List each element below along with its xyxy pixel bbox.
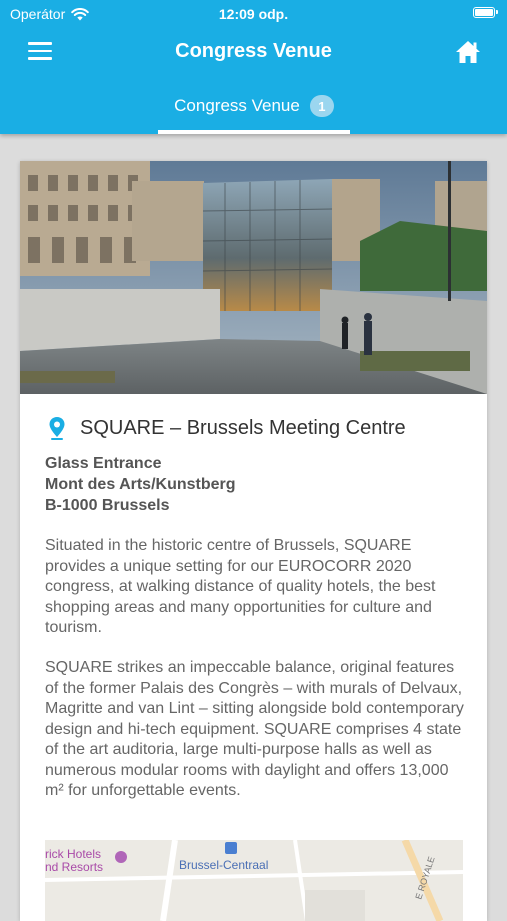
status-time: 12:09 odp. (218, 6, 289, 22)
tab-congress-venue[interactable]: Congress Venue 1 (158, 84, 350, 134)
address-line: B-1000 Brussels (45, 497, 170, 514)
map-label-hotels-2: nd Resorts (45, 860, 103, 874)
address-line: Mont des Arts/Kunstberg (45, 476, 236, 493)
venue-description-1: Situated in the historic centre of Bruss… (45, 537, 436, 636)
venue-name: SQUARE – Brussels Meeting Centre (80, 416, 406, 439)
map-label-station: Brussel-Centraal (179, 858, 268, 872)
navigation-bar: Congress Venue (0, 28, 507, 76)
home-icon[interactable] (455, 40, 481, 64)
address-line: Glass Entrance (45, 455, 162, 472)
battery-icon (473, 7, 498, 18)
venue-address: Glass Entrance Mont des Arts/Kunstberg B… (45, 453, 236, 516)
venue-heading: SQUARE – Brussels Meeting Centre (48, 416, 406, 440)
status-bar: Operátor 12:09 odp. (0, 0, 507, 28)
tab-active-indicator (158, 130, 350, 134)
venue-photo (20, 161, 487, 394)
venue-description-2: SQUARE strikes an impeccable balance, or… (45, 659, 464, 799)
tab-bar: Congress Venue 1 (0, 84, 507, 134)
tab-count-badge: 1 (309, 95, 334, 117)
venue-map[interactable]: rick Hotels nd Resorts Brussel-Centraal … (45, 840, 463, 921)
venue-card: SQUARE – Brussels Meeting Centre Glass E… (20, 161, 487, 921)
location-pin-icon (49, 417, 65, 440)
tab-label: Congress Venue (174, 96, 300, 115)
hotel-marker-icon (115, 851, 127, 863)
page-title: Congress Venue (175, 40, 332, 62)
map-label-hotels-1: rick Hotels (45, 847, 101, 861)
app-header: Operátor 12:09 odp. Congress Venue Congr… (0, 0, 507, 134)
train-station-icon (225, 842, 237, 854)
